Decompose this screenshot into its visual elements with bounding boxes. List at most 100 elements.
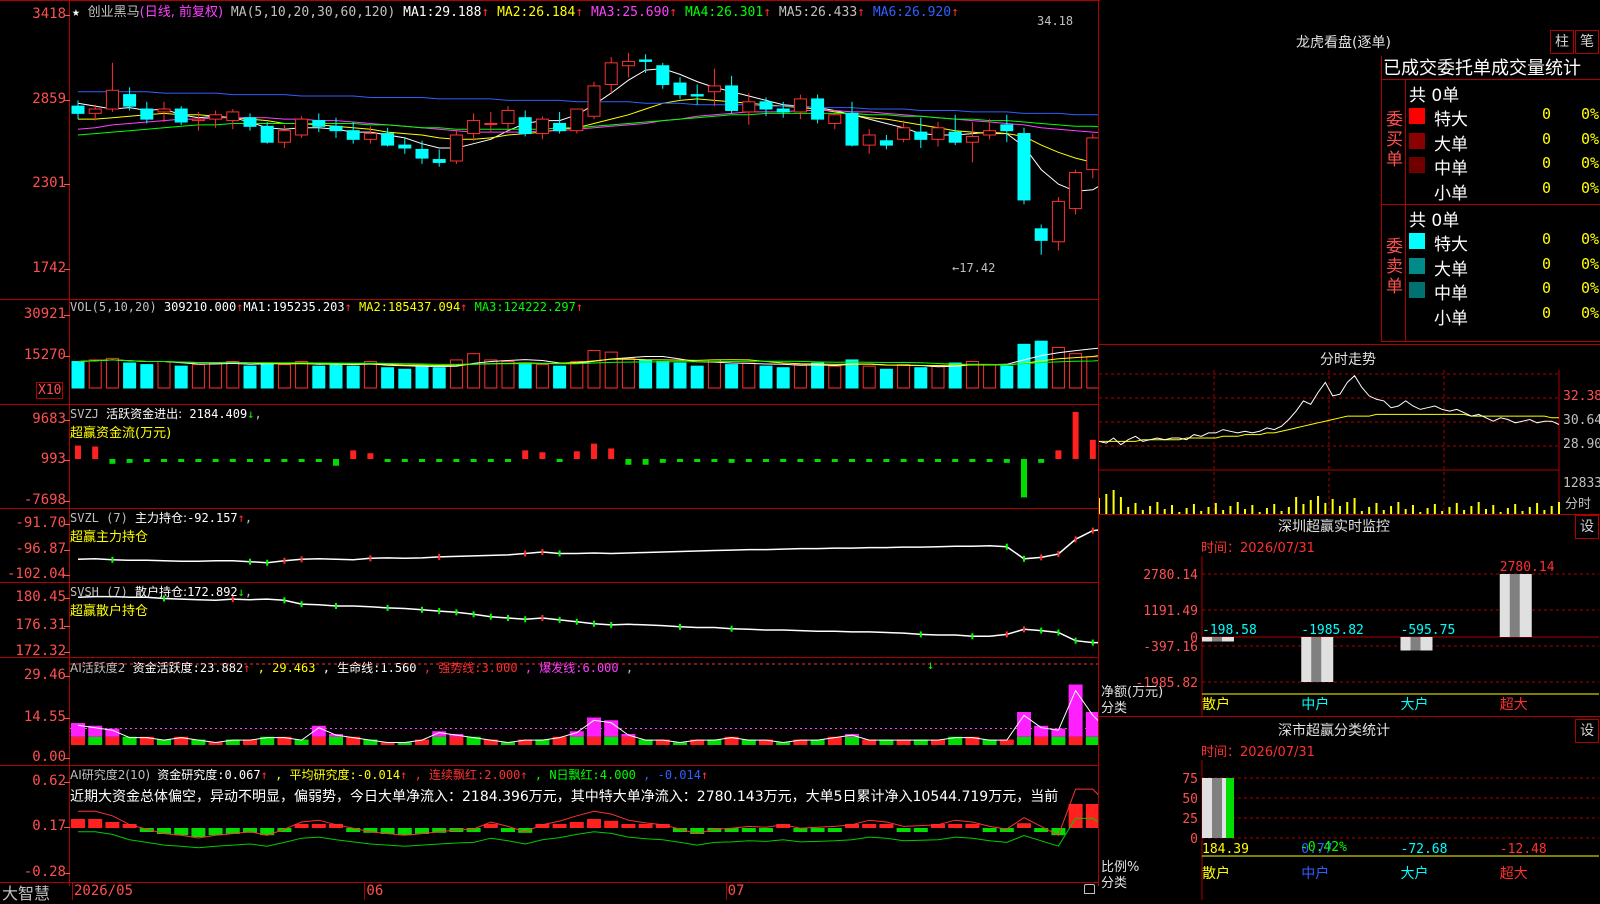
candle-body — [707, 85, 721, 93]
y-tick: 0.17 — [32, 818, 66, 834]
classify-settings-button[interactable]: 设 — [1575, 719, 1599, 743]
candle-body — [1069, 172, 1083, 210]
flow-bar — [677, 459, 683, 462]
high-price-label: 34.18 — [1037, 14, 1074, 28]
ai-activity-chart[interactable] — [70, 658, 1098, 765]
intraday-chart[interactable] — [1099, 370, 1600, 514]
candlestick-chart[interactable] — [70, 0, 1098, 299]
flow-bar — [866, 459, 873, 462]
flow-bar — [969, 459, 976, 462]
flow-bar — [573, 451, 580, 459]
y-tick: 9683 — [32, 411, 66, 427]
svzj-chart[interactable] — [70, 405, 1098, 508]
monitor-bar — [1400, 636, 1433, 651]
monitor-bar-chart[interactable]: 2780.141191.490-397.16-1985.82-198.58散户-… — [1099, 556, 1600, 716]
intraday-price-tick: 32.38 — [1563, 389, 1600, 404]
activity-base-bar — [587, 736, 601, 745]
research-bar — [397, 828, 412, 836]
monitor-bar-value: 2780.14 — [1500, 560, 1555, 575]
order-color-swatch — [1409, 157, 1425, 173]
monitor-bar-value: -595.75 — [1401, 623, 1456, 638]
flow-bar — [986, 459, 993, 462]
candle-body — [467, 120, 481, 135]
candle-body — [1017, 133, 1031, 201]
classify-bar-value: -72.68 — [1401, 842, 1448, 857]
research-bar — [191, 828, 206, 837]
flow-bar — [608, 448, 615, 459]
volume-bar — [811, 362, 825, 389]
research-bar — [827, 828, 842, 832]
candle-body — [123, 94, 137, 107]
y-tick: 1742 — [32, 260, 66, 276]
flow-bar — [900, 459, 907, 462]
activity-base-bar — [432, 736, 447, 745]
activity-base-bar — [71, 736, 85, 745]
flow-bar — [126, 459, 133, 463]
intraday-price-tick: 28.90 — [1563, 437, 1600, 452]
flow-bar — [1072, 411, 1079, 459]
research-bar — [552, 824, 567, 828]
main-force-holding-line — [77, 529, 1098, 564]
flow-bar — [109, 459, 116, 464]
flow-bar — [453, 459, 460, 462]
monitor-settings-button[interactable]: 设 — [1575, 515, 1599, 539]
y-tick: -102.04 — [6, 566, 66, 582]
tab-order-view[interactable]: 笔 — [1575, 30, 1599, 54]
volume-bar — [604, 351, 618, 389]
activity-base-bar — [621, 736, 636, 745]
volume-bar — [363, 360, 377, 389]
flow-bar — [728, 459, 735, 463]
candle-body — [1000, 124, 1014, 132]
classify-category: 大户 — [1401, 865, 1429, 882]
order-count: 0 — [1542, 129, 1552, 148]
candle-body — [1034, 228, 1048, 241]
volume-bar — [501, 360, 515, 389]
tab-bar-view[interactable]: 柱 — [1550, 30, 1574, 54]
order-type: 中单 — [1434, 284, 1468, 304]
classify-time: 时间：2026/07/31 — [1201, 745, 1315, 760]
order-row: 小单 0 0% — [1409, 304, 1600, 329]
research-bar — [862, 824, 877, 828]
order-color-swatch — [1409, 132, 1425, 149]
volume-bar — [897, 364, 911, 389]
order-percent: 0% — [1581, 105, 1600, 123]
retail-holding-line — [77, 595, 1098, 644]
candle-body — [191, 118, 205, 122]
lock-icon[interactable] — [1084, 884, 1095, 894]
monitor-bar-value: -1985.82 — [1301, 623, 1364, 638]
order-color-swatch — [1409, 181, 1425, 198]
candle-body — [501, 109, 515, 124]
y-tick: 2859 — [32, 91, 66, 107]
intraday-price-line — [1099, 374, 1560, 446]
y-tick: 0.62 — [32, 773, 66, 789]
research-bar — [1017, 823, 1031, 828]
research-bar — [948, 824, 963, 828]
flow-bar — [642, 459, 649, 465]
app-brand: 大智慧 — [2, 884, 51, 903]
volume-bar — [759, 365, 773, 389]
order-percent: 0% — [1581, 254, 1600, 273]
order-row: 大单 0 0% — [1409, 254, 1600, 280]
research-bar — [879, 824, 894, 828]
classify-title: 深市超赢分类统计 — [1278, 723, 1390, 739]
volume-chart[interactable] — [70, 300, 1098, 404]
research-bar — [208, 828, 223, 836]
volume-bar — [295, 360, 309, 389]
volume-bar — [828, 365, 842, 389]
monitor-category: 大户 — [1401, 696, 1429, 713]
volume-bar — [1017, 343, 1031, 389]
candle-body — [931, 127, 945, 140]
monitor-y-tick: -397.16 — [1143, 640, 1198, 655]
volume-bar — [277, 364, 291, 389]
volume-bar — [398, 368, 412, 389]
candle-body — [948, 131, 962, 143]
order-percent: 0% — [1581, 279, 1600, 297]
activity-base-bar — [1034, 736, 1049, 745]
y-tick: -7698 — [23, 492, 66, 508]
classify-bar-chart[interactable]: 7550250184.39散户0.77中户-72.68大户-12.48超大 — [1099, 760, 1600, 900]
svsh-chart[interactable] — [70, 583, 1098, 657]
ai-research-chart[interactable] — [70, 766, 1098, 882]
svzl-chart[interactable] — [70, 509, 1098, 582]
volume-bar — [415, 365, 429, 389]
research-bar — [621, 824, 636, 828]
